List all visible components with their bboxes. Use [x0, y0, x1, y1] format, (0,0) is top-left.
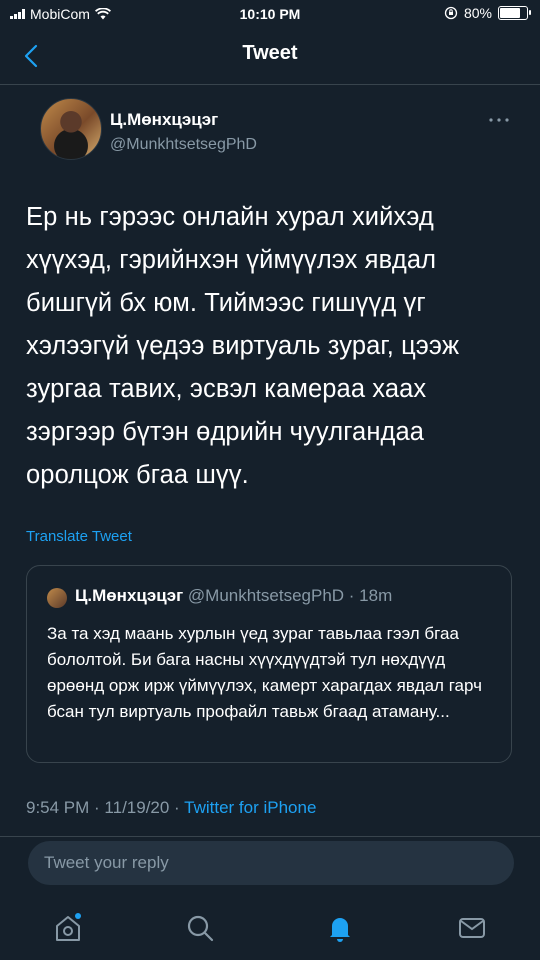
tweet-meta: 9:54 PM · 11/19/20 · Twitter for iPhone — [26, 798, 316, 818]
avatar[interactable] — [40, 98, 102, 160]
nav-bar: Tweet — [0, 28, 540, 85]
tab-bar — [0, 900, 540, 960]
battery-percent: 80% — [463, 5, 492, 21]
tweet-timestamp: 9:54 PM · 11/19/20 · — [26, 798, 185, 817]
notifications-icon — [330, 918, 350, 942]
search-icon — [187, 915, 214, 942]
orientation-lock-icon — [444, 6, 458, 20]
tab-home[interactable] — [50, 910, 86, 946]
tab-messages[interactable] — [454, 910, 490, 946]
home-icon — [56, 913, 81, 941]
author-name[interactable]: Ц.Мөнхцэцэг — [110, 110, 218, 130]
reply-input[interactable]: Tweet your reply — [28, 841, 514, 885]
quoted-meta: @MunkhtsetsegPhD · 18m — [183, 586, 393, 605]
quoted-header: Ц.Мөнхцэцэг @MunkhtsetsegPhD · 18m — [75, 586, 392, 606]
tweet-source-link[interactable]: Twitter for iPhone — [184, 798, 316, 817]
translate-tweet-link[interactable]: Translate Tweet — [26, 528, 132, 545]
quoted-author-name: Ц.Мөнхцэцэг — [75, 586, 184, 605]
messages-icon — [459, 918, 485, 938]
quoted-tweet[interactable]: Ц.Мөнхцэцэг @MunkhtsetsegPhD · 18m За та… — [26, 565, 512, 763]
divider — [0, 836, 540, 837]
author-handle[interactable]: @MunkhtsetsegPhD — [110, 136, 257, 154]
more-options-button[interactable] — [488, 108, 510, 129]
status-bar: MobiCom 10:10 PM 80% — [0, 0, 540, 28]
quoted-text: За та хэд маань хурлын үед зураг тавьлаа… — [47, 624, 482, 721]
battery-info: 80% — [444, 5, 531, 21]
more-horizontal-icon — [489, 118, 509, 122]
quoted-avatar — [47, 588, 67, 608]
tab-search[interactable] — [182, 910, 218, 946]
tab-notifications[interactable] — [322, 910, 358, 946]
battery-icon — [498, 6, 531, 20]
tweet-author: Ц.Мөнхцэцэг @MunkhtsetsegPhD — [40, 98, 510, 172]
page-title: Tweet — [242, 42, 298, 64]
tweet-text: Ер нь гэрээс онлайн хурал хийхэд хүүхэд,… — [26, 203, 460, 489]
